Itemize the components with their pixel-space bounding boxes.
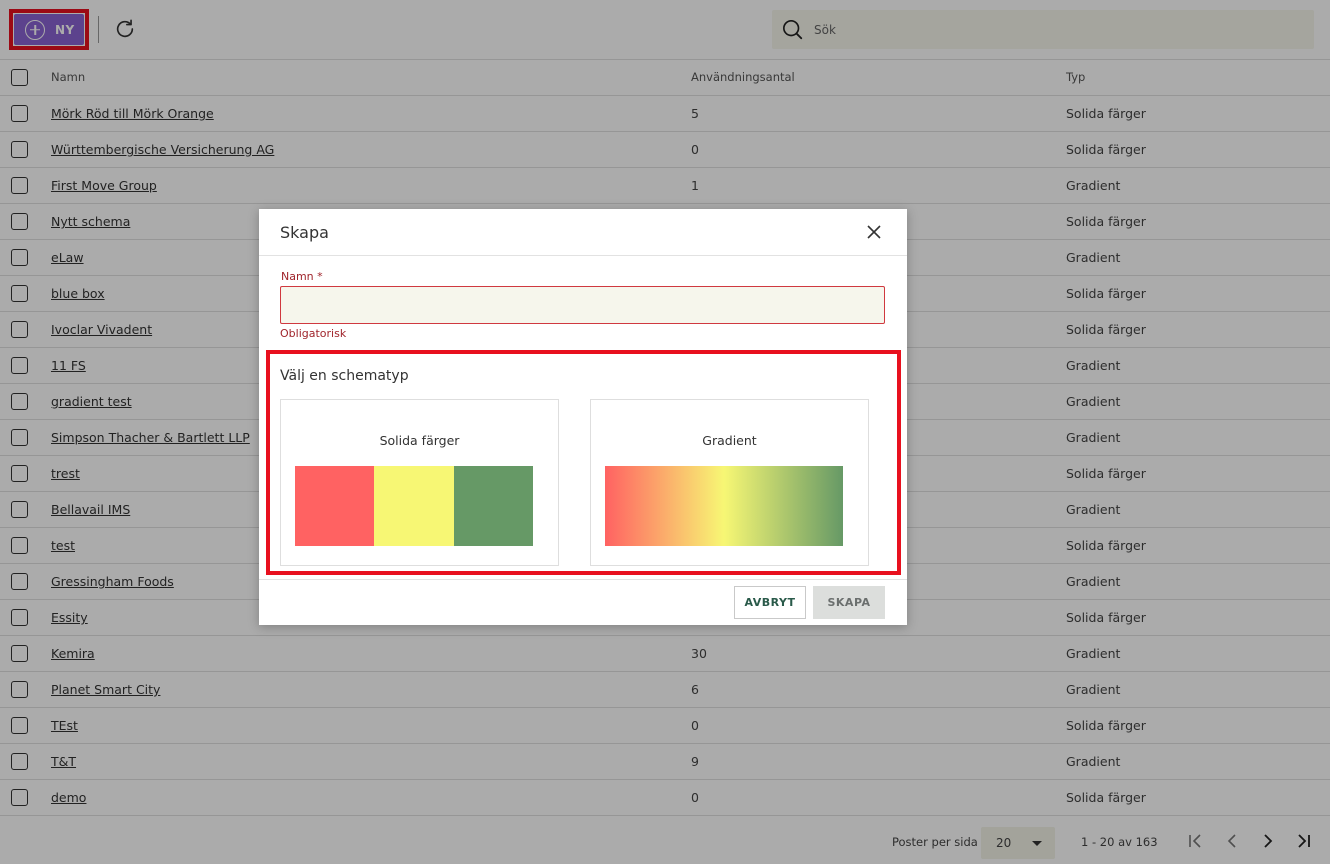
solid-colors-swatch: [295, 466, 533, 546]
schema-option-gradient-label: Gradient: [702, 433, 757, 448]
name-field-label: Namn *: [281, 270, 323, 283]
swatch-green: [453, 466, 533, 546]
swatch-red: [295, 466, 375, 546]
dialog-footer-divider: [259, 579, 907, 580]
name-field-error: Obligatorisk: [280, 327, 347, 340]
close-icon[interactable]: [865, 223, 883, 241]
dialog-title: Skapa: [280, 223, 329, 242]
create-button[interactable]: SKAPA: [813, 586, 885, 619]
schema-type-title: Välj en schematyp: [280, 368, 409, 384]
name-field[interactable]: [280, 286, 885, 324]
cancel-button[interactable]: AVBRYT: [734, 586, 806, 619]
schema-option-gradient[interactable]: Gradient: [590, 399, 869, 566]
create-dialog: Skapa Namn * Obligatorisk Välj en schema…: [259, 209, 907, 625]
swatch-yellow: [374, 466, 454, 546]
gradient-swatch: [605, 466, 843, 546]
dialog-header-divider: [259, 255, 907, 256]
schema-option-solid-label: Solida färger: [379, 433, 460, 448]
schema-option-solid[interactable]: Solida färger: [280, 399, 559, 566]
